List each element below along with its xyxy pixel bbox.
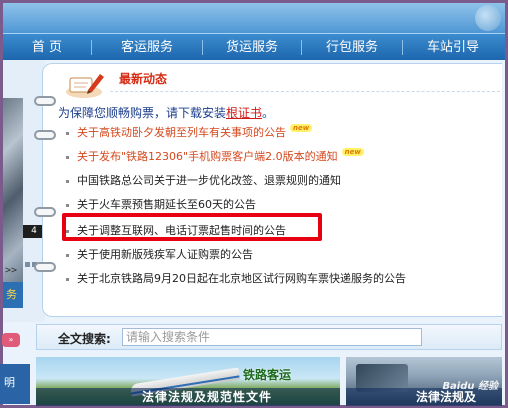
watermark: Baidu 经验 xyxy=(442,381,498,392)
header-banner xyxy=(3,3,505,33)
news-item[interactable]: 关于北京铁路局9月20日起在北京地区试行网购车票快递服务的公告 xyxy=(66,270,406,286)
nav-item-luggage[interactable]: 行包服务 xyxy=(302,34,402,61)
search-input[interactable]: 请输入搜索条件 xyxy=(122,328,422,346)
search-label: 全文搜索: xyxy=(58,332,111,346)
news-item[interactable]: 中国铁路总公司关于进一步优化改签、退票规则的通知 xyxy=(66,172,341,188)
root-certificate-link[interactable]: 根证书 xyxy=(226,106,262,120)
news-item-title[interactable]: 关于发布"铁路12306"手机购票客户端2.0版本的通知 xyxy=(77,150,338,163)
left-arrow-button[interactable]: » xyxy=(2,333,20,347)
highlight-annotation-box xyxy=(62,213,322,241)
binder-ring xyxy=(34,130,56,140)
news-item[interactable]: 关于高铁动卧夕发朝至列车有关事项的公告 new xyxy=(66,124,313,140)
new-badge: new xyxy=(290,124,313,132)
left-service-tab[interactable]: 务 xyxy=(3,282,23,308)
title-divider xyxy=(110,91,500,92)
news-item-title[interactable]: 中国铁路总公司关于进一步优化改签、退票规则的通知 xyxy=(77,174,341,187)
news-pen-icon xyxy=(66,74,104,98)
bullet-icon xyxy=(66,179,69,183)
binder-ring xyxy=(34,262,56,272)
new-badge: new xyxy=(341,148,364,156)
header-decoration xyxy=(475,5,501,31)
notice-text: 为保障您顺畅购票，请下载安装 xyxy=(58,106,227,120)
binder-ring xyxy=(34,207,56,217)
bullet-icon xyxy=(66,131,69,135)
main-nav: 首 页 客运服务 货运服务 行包服务 车站引导 xyxy=(3,33,505,60)
nav-item-home[interactable]: 首 页 xyxy=(3,34,91,61)
banner-caption: 法律法规及规范性文件 xyxy=(36,388,340,406)
bullet-icon xyxy=(66,203,69,207)
bullet-icon xyxy=(66,277,69,281)
bullet-icon xyxy=(66,155,69,159)
news-panel-title: 最新动态 xyxy=(119,72,168,86)
notice-end: 。 xyxy=(262,106,275,120)
left-banner[interactable]: 明 xyxy=(0,364,30,404)
news-item[interactable]: 关于火车票预售期延长至60天的公告 xyxy=(66,196,256,212)
certificate-notice: 为保障您顺畅购票，请下载安装根证书。 xyxy=(58,104,274,121)
nav-item-freight[interactable]: 货运服务 xyxy=(203,34,301,61)
slide-next-arrows[interactable]: >> xyxy=(5,265,17,276)
news-item-title[interactable]: 关于高铁动卧夕发朝至列车有关事项的公告 xyxy=(77,126,286,139)
banner-title: 铁路客运 xyxy=(243,368,292,382)
news-item-title[interactable]: 关于使用新版残疾军人证购票的公告 xyxy=(77,248,253,261)
news-item-title[interactable]: 关于火车票预售期延长至60天的公告 xyxy=(77,198,256,211)
nav-item-passenger[interactable]: 客运服务 xyxy=(92,34,202,61)
bullet-icon xyxy=(66,253,69,257)
news-item[interactable]: 关于使用新版残疾军人证购票的公告 xyxy=(66,246,253,262)
news-item[interactable]: 关于发布"铁路12306"手机购票客户端2.0版本的通知 new xyxy=(66,148,364,164)
news-item-title[interactable]: 关于北京铁路局9月20日起在北京地区试行网购车票快递服务的公告 xyxy=(77,272,406,285)
binder-ring xyxy=(34,96,56,106)
nav-item-station-guide[interactable]: 车站引导 xyxy=(403,34,503,61)
